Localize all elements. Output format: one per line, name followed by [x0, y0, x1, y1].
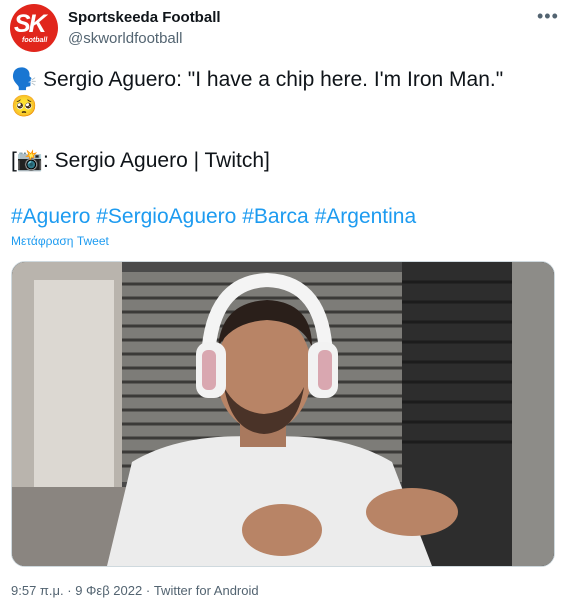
- tweet-meta: 9:57 π.μ. · 9 Φεβ 2022 · Twitter for And…: [11, 583, 259, 598]
- hashtag-link[interactable]: #SergioAguero: [96, 205, 236, 228]
- credit-text: : Sergio Aguero | Twitch]: [43, 149, 270, 172]
- avatar-logo-subtext: football: [22, 37, 48, 44]
- hashtag-link[interactable]: #Argentina: [315, 205, 417, 228]
- hashtag-link[interactable]: #Aguero: [11, 205, 90, 228]
- hashtag-list: #Aguero #SergioAguero #Barca #Argentina: [11, 204, 416, 230]
- author-name[interactable]: Sportskeeda Football: [68, 9, 221, 26]
- tweet-media-image[interactable]: [11, 261, 555, 567]
- tweet-line-credit: [📸: Sergio Aguero | Twitch]: [11, 148, 270, 174]
- tweet-date[interactable]: 9 Φεβ 2022: [75, 583, 142, 598]
- avatar[interactable]: SK football: [10, 4, 58, 52]
- avatar-logo-text: SK: [14, 10, 47, 38]
- tweet-line-emoji: 🥺: [11, 94, 37, 120]
- tweet: SK football Sportskeeda Football @skworl…: [0, 0, 575, 600]
- more-horizontal-icon[interactable]: •••: [537, 6, 559, 27]
- author-handle[interactable]: @skworldfootball: [68, 30, 182, 47]
- tweet-quote-text: Sergio Aguero: "I have a chip here. I'm …: [43, 68, 504, 91]
- meta-separator: ·: [67, 583, 72, 598]
- camera-flash-icon: 📸: [16, 149, 43, 172]
- tweet-time[interactable]: 9:57 π.μ.: [11, 583, 64, 598]
- tweet-client[interactable]: Twitter for Android: [154, 583, 259, 598]
- hashtag-link[interactable]: #Barca: [242, 205, 309, 228]
- speaking-head-icon: 🗣️: [11, 68, 38, 91]
- tweet-line-quote: 🗣️ Sergio Aguero: "I have a chip here. I…: [11, 67, 503, 93]
- media-illustration: [12, 262, 554, 566]
- meta-separator: ·: [145, 583, 151, 598]
- pleading-face-icon: 🥺: [11, 95, 38, 118]
- translate-tweet-link[interactable]: Μετάφραση Tweet: [11, 234, 109, 248]
